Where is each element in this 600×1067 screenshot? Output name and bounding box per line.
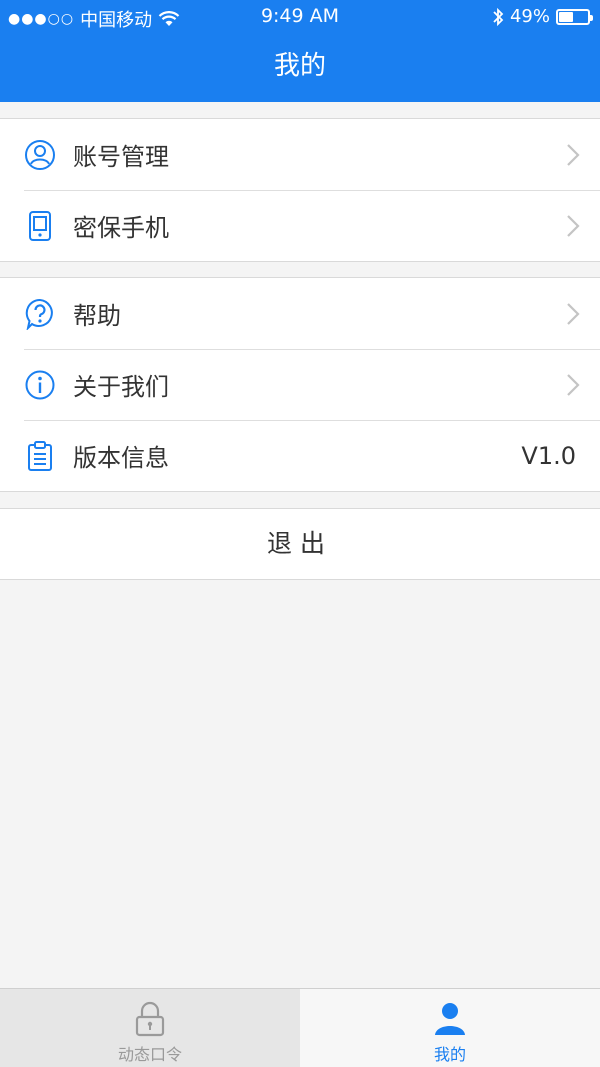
navigation-bar: 我的 — [0, 34, 600, 102]
phone-icon — [29, 211, 51, 241]
lock-icon — [135, 1001, 165, 1037]
version-value: V1.0 — [521, 441, 576, 470]
menu-item-label: 帮助 — [73, 302, 121, 330]
menu-item-label: 关于我们 — [73, 373, 169, 401]
menu-item-version-info: 版本信息 V1.0 — [0, 420, 600, 491]
page-title: 我的 — [273, 51, 326, 81]
help-icon — [25, 298, 53, 330]
menu-item-label: 密保手机 — [73, 214, 169, 242]
clipboard-icon — [28, 441, 52, 471]
menu-item-about-us[interactable]: 关于我们 — [0, 349, 600, 420]
status-bar: ●●●○○ 中国移动 9:49 AM 49% — [0, 0, 600, 34]
settings-group-account: 账号管理 密保手机 — [0, 118, 600, 262]
info-icon — [25, 370, 55, 400]
tab-dynamic-password[interactable]: 动态口令 — [0, 989, 300, 1067]
tab-label: 我的 — [433, 1045, 466, 1064]
user-icon — [435, 1003, 465, 1035]
battery-icon — [556, 8, 593, 25]
menu-item-label: 版本信息 — [73, 444, 169, 472]
chevron-right-icon — [567, 144, 580, 166]
chevron-right-icon — [567, 215, 580, 237]
menu-item-help[interactable]: 帮助 — [0, 278, 600, 349]
account-icon — [25, 140, 55, 170]
tab-mine[interactable]: 我的 — [300, 989, 600, 1067]
battery-percent: 49% — [509, 6, 550, 27]
settings-group-info: 帮助 关于我们 版本信息 V1.0 — [0, 277, 600, 492]
menu-item-account-management[interactable]: 账号管理 — [0, 119, 600, 190]
chevron-right-icon — [567, 303, 580, 325]
chevron-right-icon — [567, 374, 580, 396]
menu-item-label: 账号管理 — [73, 143, 169, 171]
tab-bar: 动态口令 我的 — [0, 988, 600, 1067]
tab-label: 动态口令 — [117, 1045, 182, 1064]
logout-button[interactable]: 退出 — [0, 508, 600, 580]
bluetooth-icon — [493, 7, 504, 26]
menu-item-security-phone[interactable]: 密保手机 — [0, 190, 600, 261]
